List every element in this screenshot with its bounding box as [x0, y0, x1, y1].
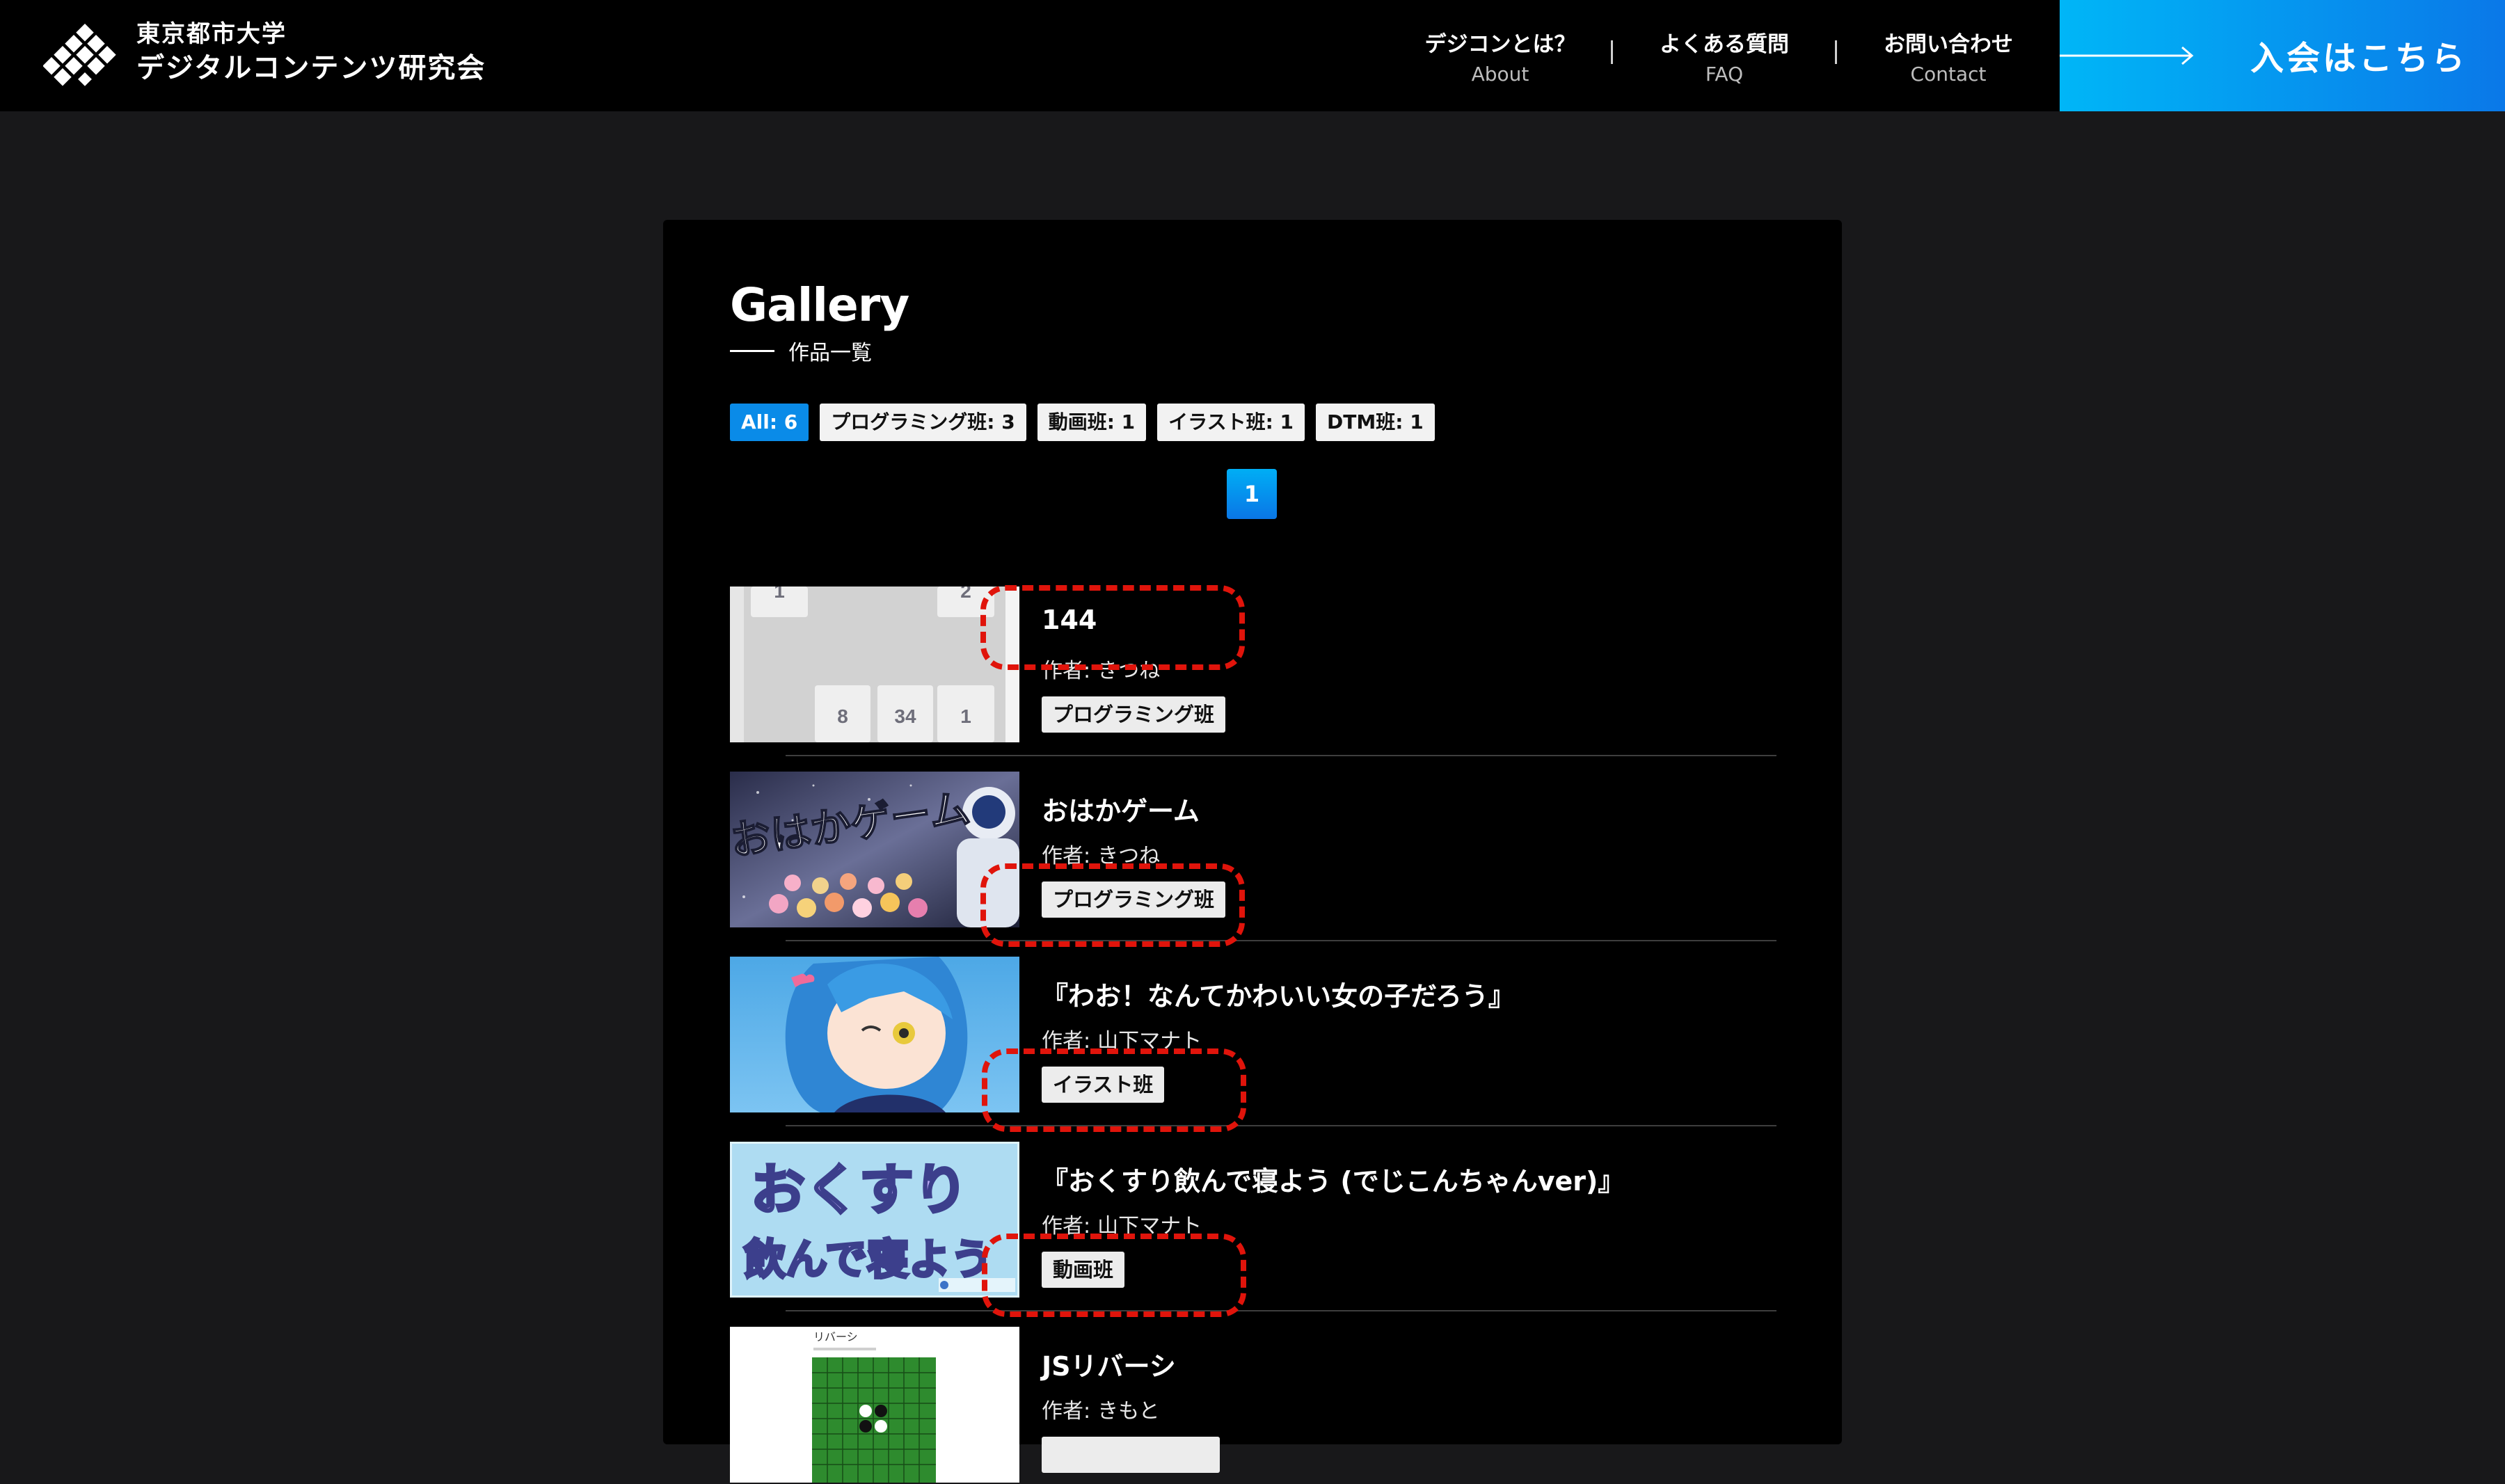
site-name-club: デジタルコンテンツ研究会 — [136, 52, 486, 84]
thumb-caption: 飲んで寝よう — [744, 1236, 992, 1284]
filter-dtm[interactable]: DTM班: 1 — [1316, 404, 1435, 441]
item-divider — [786, 940, 1776, 941]
filter-programming[interactable]: プログラミング班: 3 — [820, 404, 1026, 441]
thumb-caption: おくすり — [751, 1159, 968, 1222]
category-filters: All: 6 プログラミング班: 3 動画班: 1 イラスト班: 1 DTM班:… — [730, 404, 1435, 441]
arrow-right-icon — [2060, 46, 2194, 65]
item-tag[interactable]: プログラミング班 — [1042, 696, 1226, 733]
thumb-tile-text: 34 — [894, 705, 916, 727]
annotation-highlight — [980, 585, 1245, 670]
site-name[interactable]: 東京都市大学 デジタルコンテンツ研究会 — [136, 22, 486, 82]
item-title[interactable]: 『おくすり飲んで寝よう (でじこんちゃんver)』 — [1042, 1160, 1624, 1198]
item-title[interactable]: おはかゲーム — [1042, 790, 1200, 828]
thumb-tile-text: 2 — [960, 587, 971, 602]
site-header: 東京都市大学 デジタルコンテンツ研究会 デジコンとは？ About よくある質問… — [0, 0, 2505, 111]
join-button-label: 入会はこちら — [2250, 39, 2468, 78]
thumb-tile-text: 1 — [774, 587, 785, 602]
item-thumbnail[interactable]: リバーシ — [730, 1327, 1019, 1483]
gallery-item: リバーシ JSリバーシ 作者: きもと — [730, 1327, 1721, 1484]
item-thumbnail[interactable] — [730, 957, 1019, 1112]
author-name: きもと — [1097, 1399, 1160, 1423]
gallery-item: おはかゲーム おはかゲーム 作者: きつね プログラミング班 — [730, 772, 1776, 947]
item-thumbnail[interactable]: おくすり 飲んで寝よう — [730, 1142, 1019, 1298]
gallery-item: 1 2 8 34 1 144 作者: きつね プログラミング班 — [730, 585, 1776, 756]
site-name-university: 東京都市大学 — [136, 20, 287, 48]
pagination-page-button[interactable]: 1 — [1227, 469, 1277, 519]
nav-contact[interactable]: お問い合わせ Contact — [1837, 0, 2060, 111]
gallery-item: 『わお！なんてかわいい女の子だろう』 作者: 山下マナト イラスト班 — [730, 957, 1776, 1132]
nav-faq-label: よくある質問 — [1660, 32, 1789, 57]
filter-video[interactable]: 動画班: 1 — [1037, 404, 1147, 441]
item-divider — [786, 755, 1776, 756]
item-thumbnail[interactable]: おはかゲーム — [730, 772, 1019, 927]
item-author: 作者: きもと — [1042, 1394, 1160, 1424]
item-divider — [786, 1125, 1776, 1126]
item-divider — [786, 1310, 1776, 1311]
nav-contact-label: お問い合わせ — [1884, 32, 2013, 57]
thumb-tile-text: 8 — [837, 705, 848, 727]
item-title[interactable]: 『わお！なんてかわいい女の子だろう』 — [1042, 975, 1515, 1013]
nav-about-label: デジコンとは？ — [1424, 32, 1576, 57]
page-subtitle: 作品一覧 — [730, 335, 872, 366]
nav-about-sublabel: About — [1471, 63, 1529, 86]
nav-contact-sublabel: Contact — [1910, 63, 1987, 86]
nav-about[interactable]: デジコンとは？ About — [1389, 0, 1612, 111]
filter-all[interactable]: All: 6 — [730, 404, 809, 441]
item-thumbnail[interactable]: 1 2 8 34 1 — [730, 587, 1019, 742]
thumb-caption: リバーシ — [813, 1330, 858, 1343]
item-tag[interactable] — [1042, 1437, 1220, 1473]
annotation-highlight — [980, 863, 1245, 947]
filter-illustration[interactable]: イラスト班: 1 — [1157, 404, 1305, 441]
gallery-item: おくすり 飲んで寝よう 『おくすり飲んで寝よう (でじこんちゃんver)』 作者… — [730, 1142, 1776, 1317]
annotation-highlight — [982, 1234, 1246, 1317]
join-button[interactable]: 入会はこちら — [2060, 0, 2505, 111]
gallery-card: Gallery 作品一覧 All: 6 プログラミング班: 3 動画班: 1 イ… — [663, 220, 1842, 1483]
annotation-highlight — [982, 1048, 1246, 1132]
thumb-tile-text: 1 — [960, 705, 971, 727]
page-title: Gallery — [730, 278, 909, 332]
author-prefix: 作者: — [1042, 1399, 1091, 1423]
nav-faq[interactable]: よくある質問 FAQ — [1613, 0, 1836, 111]
site-logo-icon[interactable] — [43, 21, 127, 90]
page-subtitle-text: 作品一覧 — [788, 341, 872, 365]
item-title[interactable]: JSリバーシ — [1042, 1345, 1176, 1383]
subtitle-rule — [730, 349, 774, 352]
nav-faq-sublabel: FAQ — [1705, 63, 1744, 86]
